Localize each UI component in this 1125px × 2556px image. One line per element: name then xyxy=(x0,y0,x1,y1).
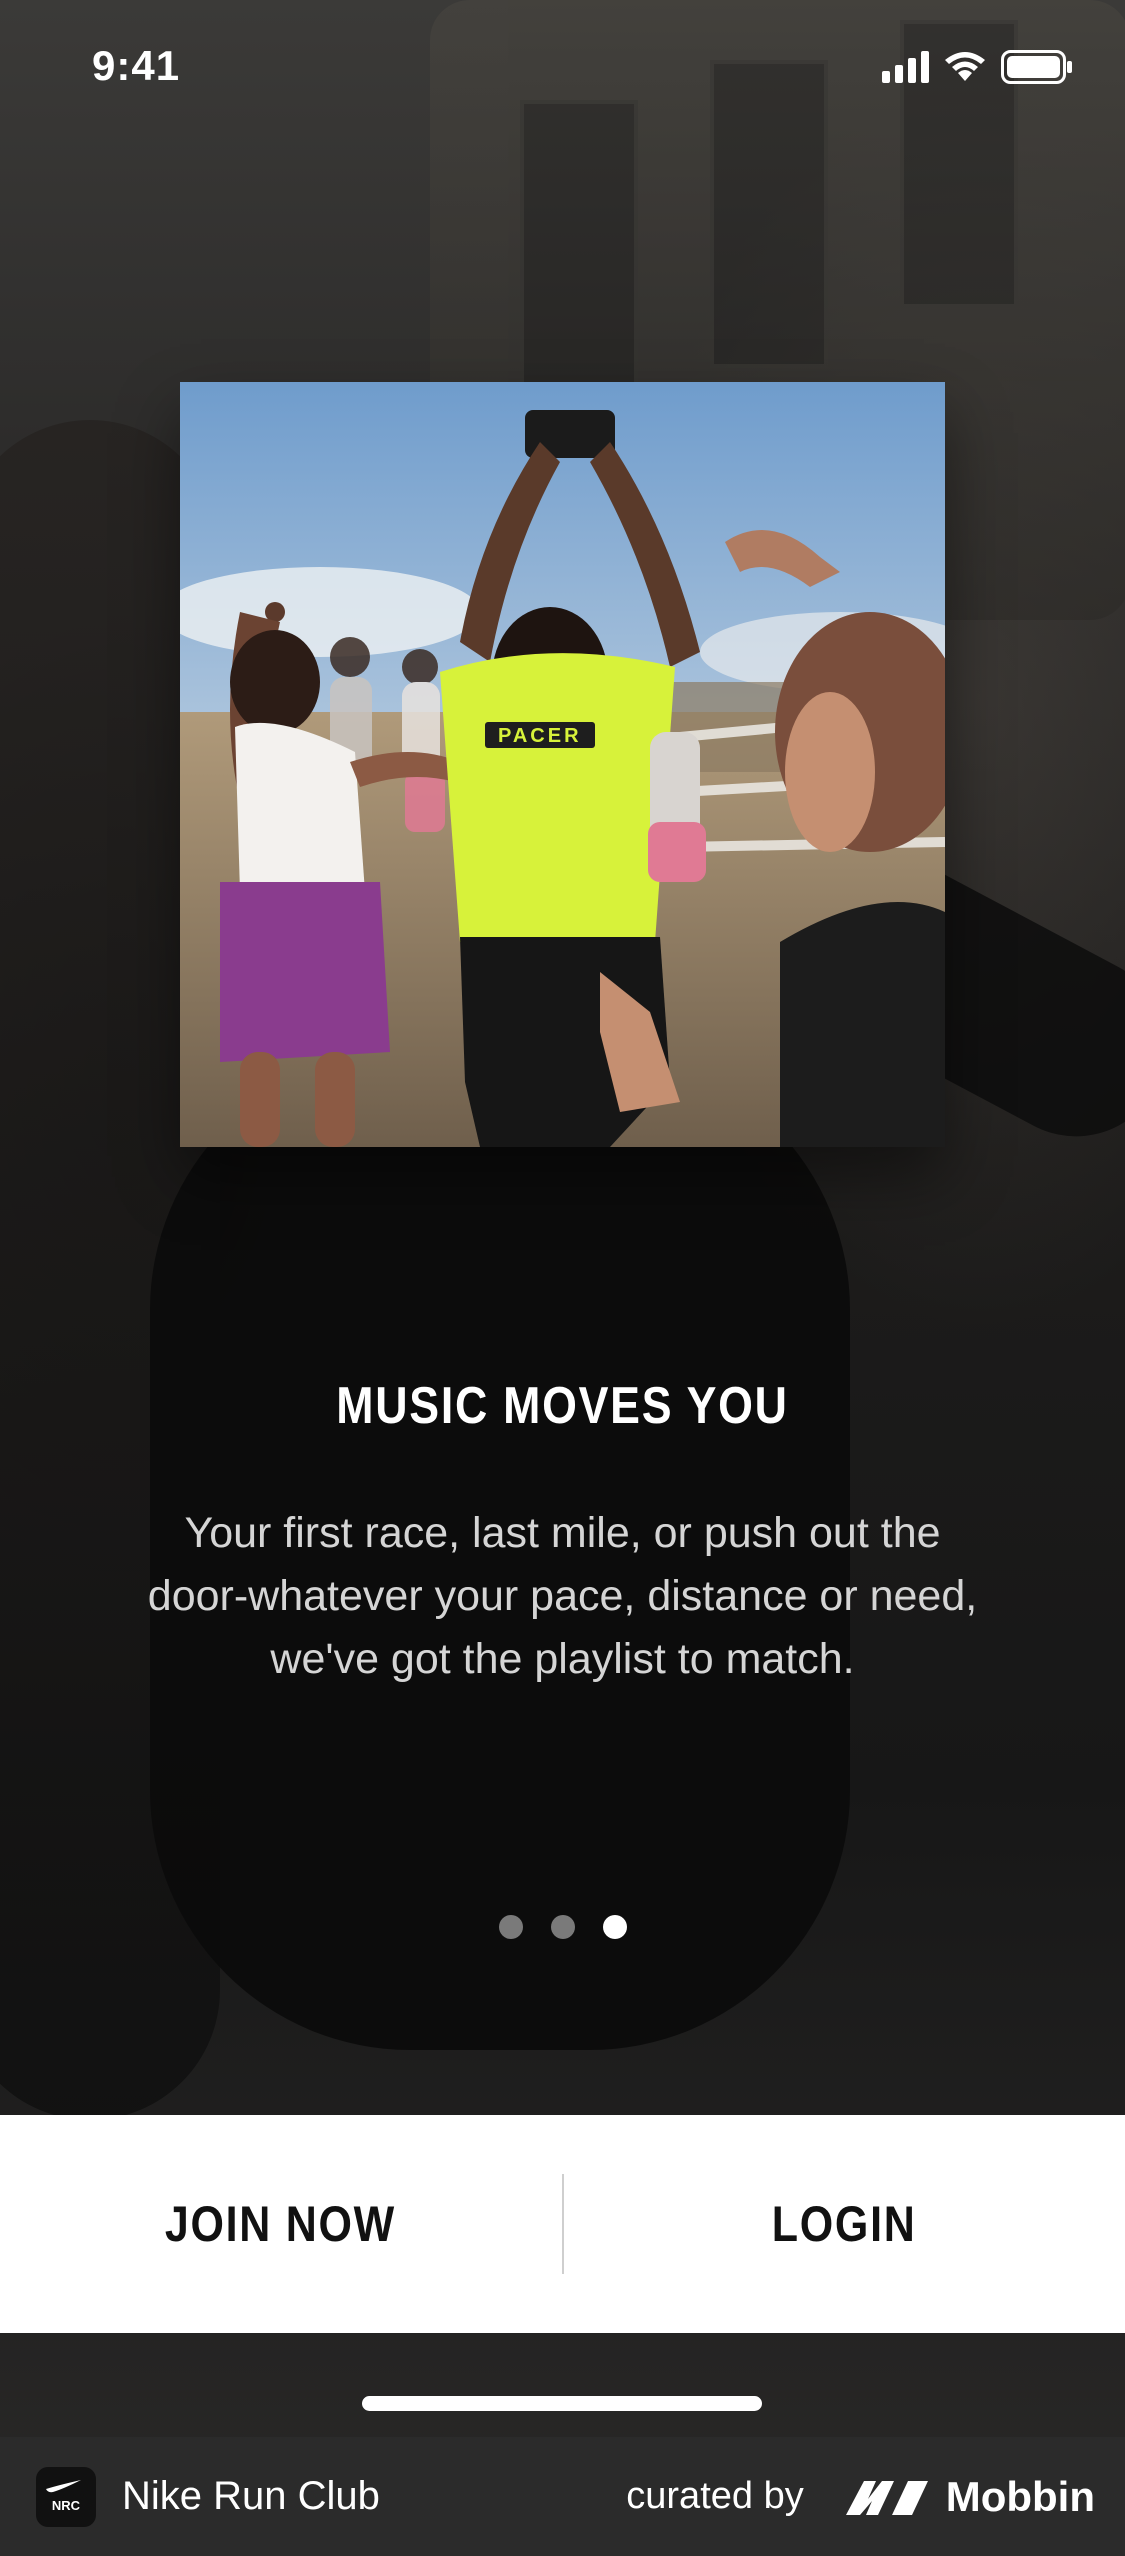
home-indicator[interactable] xyxy=(362,2396,762,2411)
curated-by-label: curated by xyxy=(626,2475,804,2517)
login-button[interactable]: LOGIN xyxy=(564,2115,1125,2333)
page-dot-2[interactable] xyxy=(550,1915,575,1939)
mobbin-wordmark: Mobbin xyxy=(945,2472,1095,2520)
battery-icon xyxy=(1001,50,1072,84)
nike-run-club-app-icon: NRC xyxy=(36,2466,96,2527)
join-now-button[interactable]: JOIN NOW xyxy=(0,2115,562,2333)
svg-text:PACER: PACER xyxy=(498,725,582,747)
attribution-footer: NRC Nike Run Club curated by Mobbin xyxy=(0,2437,1125,2556)
action-bar: JOIN NOW LOGIN xyxy=(0,2115,1125,2333)
app-name: Nike Run Club xyxy=(122,2474,380,2518)
runners-celebrating-image: PACER xyxy=(180,382,945,1147)
status-time: 9:41 xyxy=(92,42,181,89)
page-dot-1[interactable] xyxy=(498,1915,523,1939)
onboarding-description: Your first race, last mile, or push out … xyxy=(147,1509,978,1683)
mobbin-logo-icon xyxy=(845,2480,928,2515)
status-bar: 9:41 xyxy=(0,0,1125,140)
wifi-icon xyxy=(945,52,985,81)
page-dot-3-active[interactable] xyxy=(602,1915,627,1939)
status-icons xyxy=(882,50,1073,84)
mobbin-brand: Mobbin xyxy=(842,2473,1095,2521)
page-indicator[interactable] xyxy=(0,1915,1125,1939)
onboarding-screen: 9:41 PACER MUSIC MOVES YOU Your first ra… xyxy=(0,0,1125,2556)
svg-text:NRC: NRC xyxy=(52,2498,81,2513)
onboarding-headline: MUSIC MOVES YOU xyxy=(336,1377,789,1435)
hero-photo: PACER xyxy=(180,382,945,1147)
cellular-signal-icon xyxy=(882,51,929,83)
